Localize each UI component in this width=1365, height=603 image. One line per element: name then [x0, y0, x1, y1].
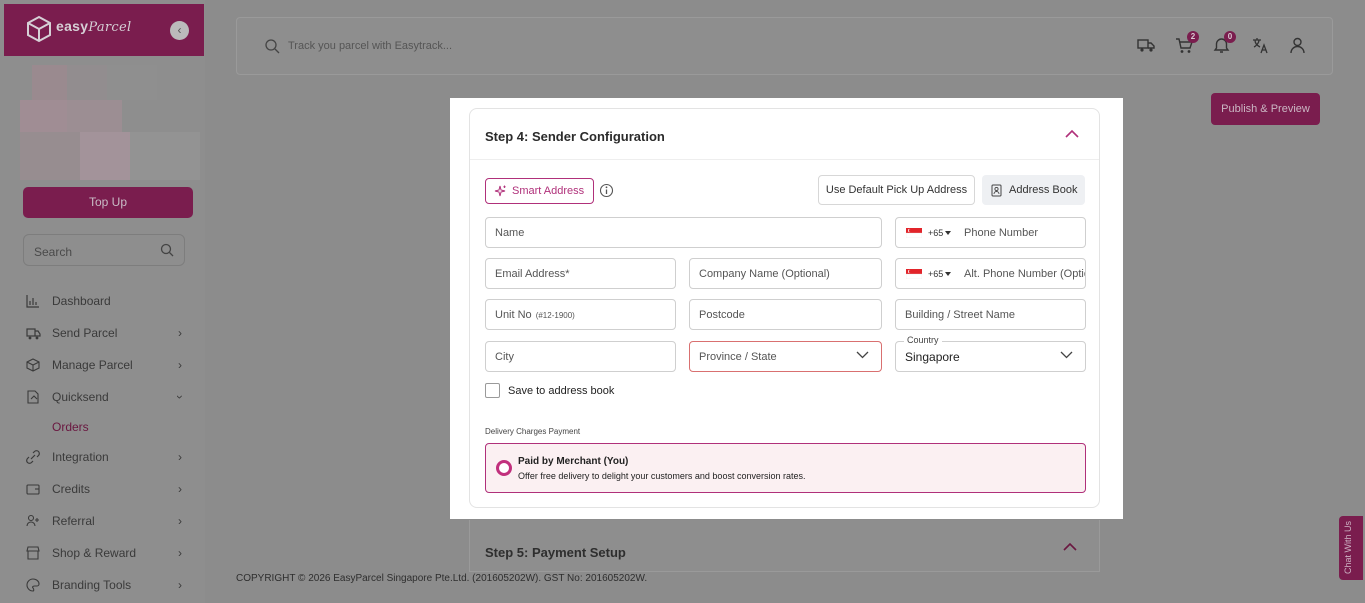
use-default-pickup-button[interactable]: Use Default Pick Up Address — [818, 175, 975, 205]
step4-title: Step 4: Sender Configuration — [485, 129, 665, 144]
chevron-right-icon: › — [178, 578, 182, 592]
address-book-button[interactable]: Address Book — [982, 175, 1085, 205]
province-state-select[interactable]: Province / State — [689, 341, 882, 372]
sidebar-item-branding-tools[interactable]: Branding Tools › — [24, 569, 194, 601]
singapore-flag-icon — [906, 269, 922, 279]
top-up-button[interactable]: Top Up — [23, 187, 193, 218]
cart-button[interactable]: 2 — [1175, 31, 1199, 57]
truck-icon[interactable] — [1137, 37, 1155, 53]
step4-card: Step 4: Sender Configuration Smart Addre… — [469, 108, 1100, 508]
sidebar-item-send-parcel[interactable]: Send Parcel › — [24, 317, 194, 349]
sidebar: easyParcel ‹ Top Up Search Dashboard Sen… — [0, 0, 205, 603]
collapse-sidebar-button[interactable]: ‹ — [170, 21, 189, 40]
chart-icon — [24, 292, 42, 310]
search-icon — [160, 243, 174, 257]
track-parcel-input[interactable]: Track you parcel with Easytrack... — [288, 40, 452, 52]
phone-number-field[interactable]: +65 Phone Number — [895, 217, 1086, 248]
palette-icon — [24, 576, 42, 594]
sidebar-item-referral[interactable]: Referral › — [24, 505, 194, 537]
chevron-down-icon — [1060, 351, 1073, 359]
logo-text: easyParcel — [56, 18, 132, 35]
quicksend-icon — [24, 388, 42, 406]
country-select[interactable]: Country Singapore — [895, 335, 1086, 372]
sidebar-subitem-orders[interactable]: Orders — [24, 413, 194, 441]
top-bar: Track you parcel with Easytrack... 2 0 — [236, 17, 1333, 75]
chevron-down-icon: › — [173, 395, 187, 399]
translate-icon[interactable] — [1252, 37, 1269, 54]
postcode-field[interactable]: Postcode — [689, 299, 882, 330]
country-code-select[interactable]: +65 — [928, 228, 951, 238]
radio-selected-icon[interactable] — [496, 460, 512, 476]
alt-phone-number-field[interactable]: +65 Alt. Phone Number (Optional) — [895, 258, 1086, 289]
company-name-field[interactable]: Company Name (Optional) — [689, 258, 882, 289]
cart-count-badge: 2 — [1187, 31, 1199, 43]
copyright-text: COPYRIGHT © 2026 EasyParcel Singapore Pt… — [236, 573, 648, 584]
chevron-right-icon: › — [178, 546, 182, 560]
city-field[interactable]: City — [485, 341, 676, 372]
paid-by-merchant-option[interactable]: Paid by Merchant (You) Offer free delive… — [485, 443, 1086, 493]
chevron-right-icon: › — [178, 326, 182, 340]
step5-title: Step 5: Payment Setup — [485, 545, 626, 560]
divider — [470, 159, 1099, 160]
sidebar-item-credits[interactable]: Credits › — [24, 473, 194, 505]
save-to-address-book-checkbox[interactable]: Save to address book — [485, 383, 614, 398]
search-icon — [265, 39, 280, 54]
sidebar-item-quicksend[interactable]: Quicksend › — [24, 381, 194, 413]
truck-icon — [24, 324, 42, 342]
singapore-flag-icon — [906, 228, 922, 238]
sidebar-item-dashboard[interactable]: Dashboard — [24, 285, 194, 317]
notification-count-badge: 0 — [1224, 31, 1236, 43]
sparkle-icon — [494, 185, 506, 196]
info-icon[interactable] — [599, 183, 614, 198]
checkbox[interactable] — [485, 383, 500, 398]
notifications-button[interactable]: 0 — [1213, 31, 1236, 57]
logo-box-icon — [27, 15, 51, 43]
unit-no-field[interactable]: Unit No (#12-1900) — [485, 299, 676, 330]
link-icon — [24, 448, 42, 466]
chevron-up-icon — [1063, 542, 1077, 551]
sidebar-item-manage-parcel[interactable]: Manage Parcel › — [24, 349, 194, 381]
chevron-right-icon: › — [178, 450, 182, 464]
step5-payment-setup[interactable]: Step 5: Payment Setup — [469, 520, 1100, 572]
alt-country-code-select[interactable]: +65 — [928, 269, 951, 279]
chevron-up-icon[interactable] — [1065, 129, 1079, 138]
sidebar-item-shop-reward[interactable]: Shop & Reward › — [24, 537, 194, 569]
delivery-charges-label: Delivery Charges Payment — [485, 427, 581, 436]
publish-preview-button[interactable]: Publish & Preview — [1211, 93, 1320, 125]
chevron-right-icon: › — [178, 514, 182, 528]
smart-address-button[interactable]: Smart Address — [485, 178, 594, 204]
sidebar-search-input[interactable]: Search — [23, 234, 185, 266]
chevron-right-icon: › — [178, 358, 182, 372]
user-icon[interactable] — [1289, 37, 1306, 54]
user-plus-icon — [24, 512, 42, 530]
chevron-down-icon — [856, 351, 869, 359]
wallet-icon — [24, 480, 42, 498]
sidebar-menu: Dashboard Send Parcel › Manage Parcel › … — [24, 285, 194, 601]
shop-icon — [24, 544, 42, 562]
blurred-banner — [20, 65, 200, 180]
brand-header: easyParcel ‹ — [4, 4, 204, 56]
chat-with-us-button[interactable]: Chat With Us — [1339, 516, 1363, 580]
address-book-icon — [991, 184, 1002, 196]
building-street-field[interactable]: Building / Street Name — [895, 299, 1086, 330]
name-field[interactable]: Name — [485, 217, 882, 248]
sender-config-modal: Step 4: Sender Configuration Smart Addre… — [450, 98, 1123, 519]
email-field[interactable]: Email Address* — [485, 258, 676, 289]
box-icon — [24, 356, 42, 374]
sidebar-item-integration[interactable]: Integration › — [24, 441, 194, 473]
chevron-right-icon: › — [178, 482, 182, 496]
